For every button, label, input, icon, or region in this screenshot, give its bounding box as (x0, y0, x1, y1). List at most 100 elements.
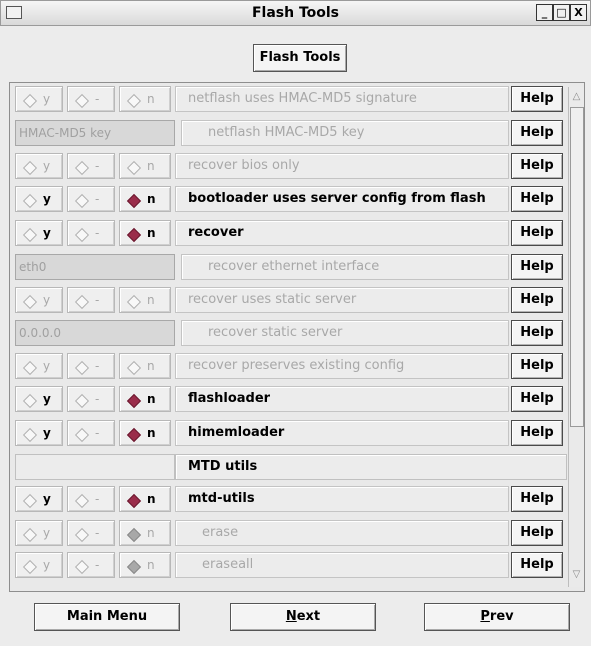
option-y-radio[interactable]: y (15, 287, 63, 313)
option-m-radio[interactable]: - (67, 552, 115, 578)
option-label: recover preserves existing config (175, 353, 509, 379)
radio-label: - (95, 558, 100, 572)
diamond-radio-icon (126, 493, 142, 509)
value-input[interactable]: 0.0.0.0 (15, 320, 175, 346)
help-button[interactable]: Help (511, 486, 563, 512)
radio-label: n (147, 192, 156, 206)
radio-label: n (147, 293, 155, 307)
radio-label: n (147, 526, 155, 540)
vertical-scrollbar[interactable]: △ ▽ (568, 87, 584, 587)
option-n-radio[interactable]: n (119, 552, 171, 578)
diamond-radio-icon (22, 393, 38, 409)
radio-label: - (95, 492, 100, 506)
option-m-radio[interactable]: - (67, 353, 115, 379)
help-button[interactable]: Help (511, 320, 563, 346)
config-row: y - n bootloader uses server config from fl… (15, 185, 570, 213)
diamond-radio-icon (74, 393, 90, 409)
option-m-radio[interactable]: - (67, 153, 115, 179)
option-m-radio[interactable]: - (67, 186, 115, 212)
scroll-up-arrow-icon[interactable]: △ (570, 89, 583, 104)
option-m-radio[interactable]: - (67, 486, 115, 512)
config-row: y - n recover uses static server Help (15, 286, 570, 314)
help-button[interactable]: Help (511, 254, 563, 280)
option-n-radio[interactable]: n (119, 86, 171, 112)
config-row: y - n himemloader Help (15, 419, 570, 447)
maximize-button[interactable]: □ (553, 4, 570, 21)
option-m-radio[interactable]: - (67, 220, 115, 246)
flash-tools-header-button[interactable]: Flash Tools (253, 44, 347, 72)
help-button[interactable]: Help (511, 153, 563, 179)
help-button[interactable]: Help (511, 552, 563, 578)
config-row: y - n mtd-utils Help (15, 485, 570, 513)
help-button[interactable]: Help (511, 353, 563, 379)
config-row: 0.0.0.0 recover static server Help (15, 319, 570, 347)
option-y-radio[interactable]: y (15, 186, 63, 212)
option-y-radio[interactable]: y (15, 86, 63, 112)
help-button[interactable]: Help (511, 520, 563, 546)
diamond-radio-icon (126, 559, 142, 575)
value-input[interactable]: HMAC-MD5 key (15, 120, 175, 146)
diamond-radio-icon (126, 227, 142, 243)
radio-label: n (147, 558, 155, 572)
diamond-radio-icon (126, 294, 142, 310)
option-y-radio[interactable]: y (15, 420, 63, 446)
diamond-radio-icon (22, 360, 38, 376)
option-n-radio[interactable]: n (119, 386, 171, 412)
radio-label: y (43, 159, 51, 173)
option-m-radio[interactable]: - (67, 86, 115, 112)
option-n-radio[interactable]: n (119, 420, 171, 446)
option-y-radio[interactable]: y (15, 153, 63, 179)
value-input[interactable]: eth0 (15, 254, 175, 280)
help-button[interactable]: Help (511, 287, 563, 313)
option-m-radio[interactable]: - (67, 520, 115, 546)
option-n-radio[interactable]: n (119, 353, 171, 379)
radio-label: n (147, 392, 156, 406)
radio-label: - (95, 226, 100, 240)
option-n-radio[interactable]: n (119, 287, 171, 313)
diamond-radio-icon (22, 294, 38, 310)
main-menu-button[interactable]: Main Menu (34, 603, 180, 631)
help-button[interactable]: Help (511, 186, 563, 212)
help-button[interactable]: Help (511, 386, 563, 412)
diamond-radio-icon (126, 360, 142, 376)
option-label: recover static server (181, 320, 509, 346)
prev-button[interactable]: Prev (424, 603, 570, 631)
scrollbar-thumb[interactable] (570, 107, 584, 427)
option-y-radio[interactable]: y (15, 353, 63, 379)
option-m-radio[interactable]: - (67, 386, 115, 412)
radio-label: y (43, 492, 51, 506)
option-n-radio[interactable]: n (119, 186, 171, 212)
option-n-radio[interactable]: n (119, 486, 171, 512)
option-n-radio[interactable]: n (119, 220, 171, 246)
radio-label: n (147, 92, 155, 106)
radio-label: y (43, 293, 51, 307)
option-n-radio[interactable]: n (119, 153, 171, 179)
option-y-radio[interactable]: y (15, 386, 63, 412)
option-label: himemloader (175, 420, 509, 446)
radio-label: - (95, 426, 100, 440)
option-m-radio[interactable]: - (67, 287, 115, 313)
option-label: bootloader uses server config from flash (175, 186, 509, 212)
help-button[interactable]: Help (511, 220, 563, 246)
option-y-radio[interactable]: y (15, 520, 63, 546)
help-button[interactable]: Help (511, 120, 563, 146)
config-row: y - n recover preserves existing config Help (15, 352, 570, 380)
option-y-radio[interactable]: y (15, 220, 63, 246)
option-n-radio[interactable]: n (119, 520, 171, 546)
diamond-radio-icon (74, 493, 90, 509)
close-button[interactable]: X (570, 4, 587, 21)
next-button[interactable]: Next (230, 603, 376, 631)
scroll-down-arrow-icon[interactable]: ▽ (570, 567, 583, 582)
diamond-radio-icon (74, 93, 90, 109)
option-y-radio[interactable]: y (15, 552, 63, 578)
diamond-radio-icon (22, 227, 38, 243)
diamond-radio-icon (126, 527, 142, 543)
help-button[interactable]: Help (511, 420, 563, 446)
minimize-button[interactable]: _ (536, 4, 553, 21)
config-row: y - n recover Help (15, 219, 570, 247)
radio-label: y (43, 558, 51, 572)
option-m-radio[interactable]: - (67, 420, 115, 446)
diamond-radio-icon (74, 427, 90, 443)
help-button[interactable]: Help (511, 86, 563, 112)
option-y-radio[interactable]: y (15, 486, 63, 512)
